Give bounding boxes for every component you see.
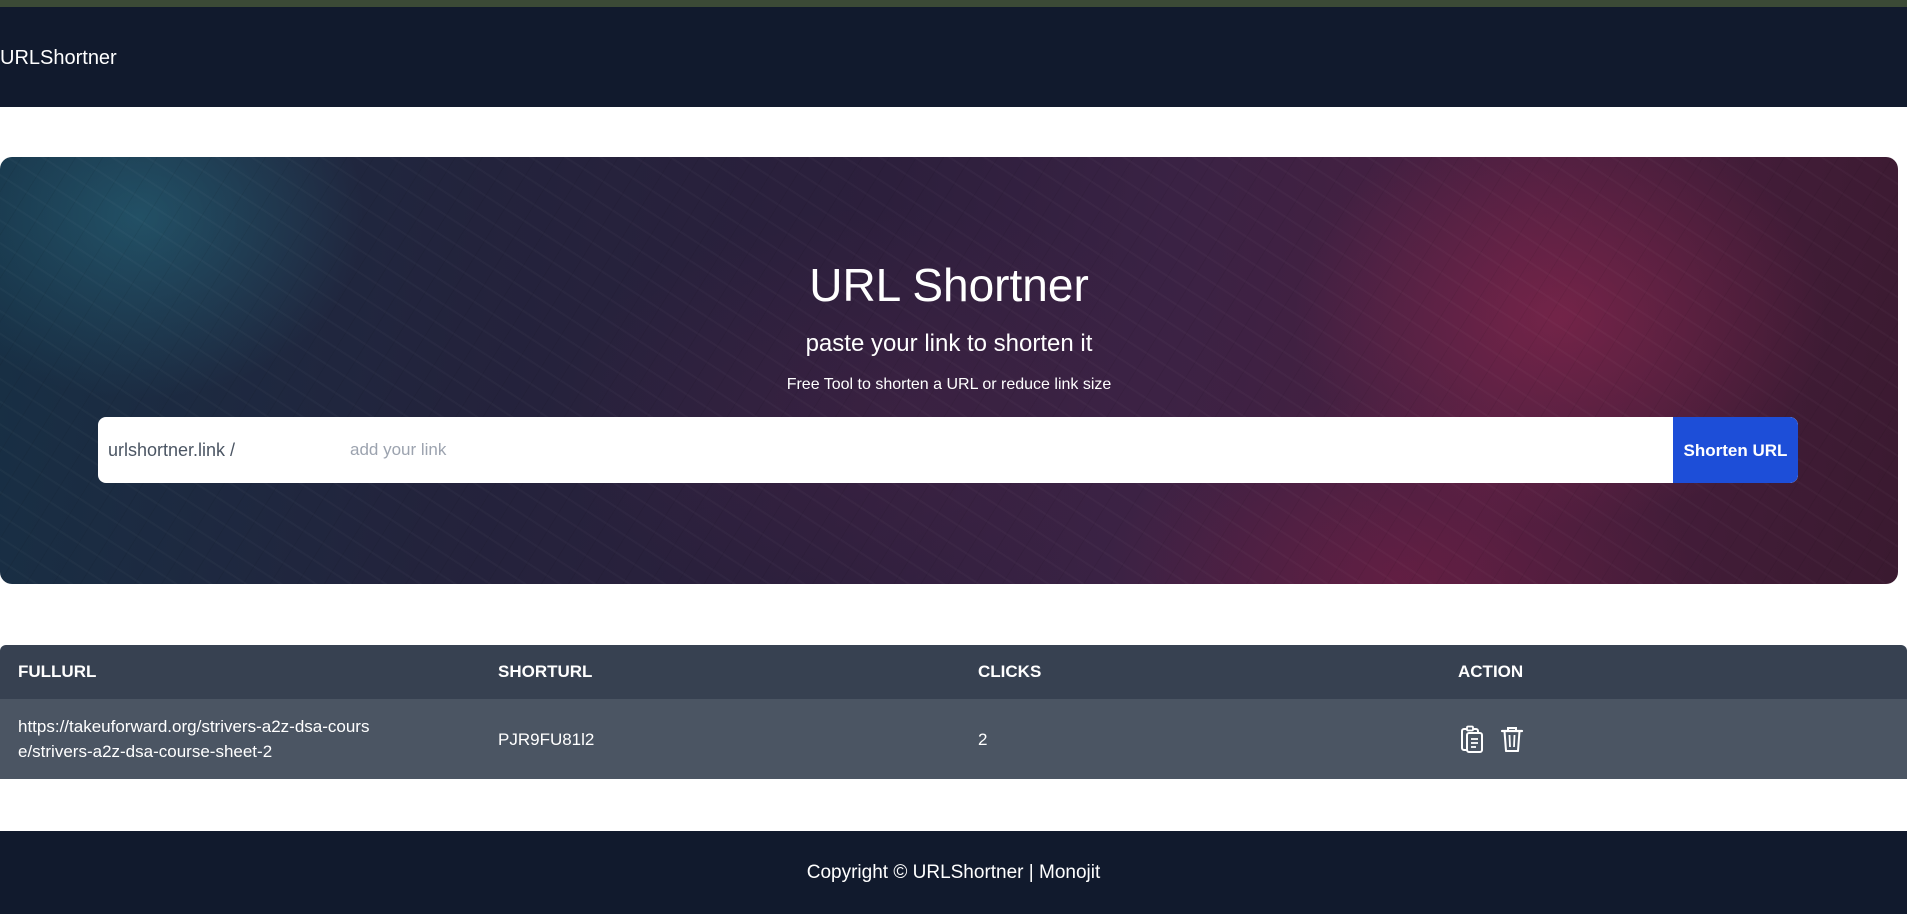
navbar: URLShortner [0, 7, 1907, 107]
domain-prefix: urlshortner.link / [108, 440, 236, 460]
copyright-text: Copyright © URLShortner | Monojit [806, 862, 1101, 883]
clicks-cell: 2 [978, 730, 988, 749]
hero-title: URL Shortner [809, 259, 1089, 311]
trash-icon[interactable] [1498, 723, 1526, 755]
shorten-url-button[interactable]: Shorten URL [1673, 417, 1798, 483]
hero-banner: URL Shortner paste your link to shorten … [0, 157, 1898, 584]
hero-subtitle: paste your link to shorten it [805, 330, 1093, 357]
column-header-fullurl: FULLURL [18, 662, 97, 681]
table-header-row: FULLURL SHORTURL CLICKS ACTION [0, 645, 1907, 699]
column-header-action: ACTION [1458, 662, 1524, 681]
action-cell [1458, 723, 1526, 755]
shorten-form: urlshortner.link / Shorten URL [98, 417, 1798, 483]
footer: Copyright © URLShortner | Monojit [0, 831, 1907, 914]
top-accent-line [0, 0, 1907, 7]
brand-link[interactable]: URLShortner [0, 43, 117, 73]
column-header-shorturl: SHORTURL [498, 662, 593, 681]
url-input[interactable] [350, 429, 1750, 471]
shorturl-link[interactable]: PJR9FU81l2 [498, 727, 594, 752]
hero-background-texture [0, 157, 1898, 584]
hero-description: Free Tool to shorten a URL or reduce lin… [786, 376, 1112, 393]
urls-table: FULLURL SHORTURL CLICKS ACTION https://t… [0, 645, 1907, 779]
clipboard-icon[interactable] [1458, 723, 1486, 755]
column-header-clicks: CLICKS [978, 662, 1042, 681]
fullurl-cell: https://takeuforward.org/strivers-a2z-ds… [18, 717, 370, 761]
table-row: https://takeuforward.org/strivers-a2z-ds… [0, 699, 1907, 779]
